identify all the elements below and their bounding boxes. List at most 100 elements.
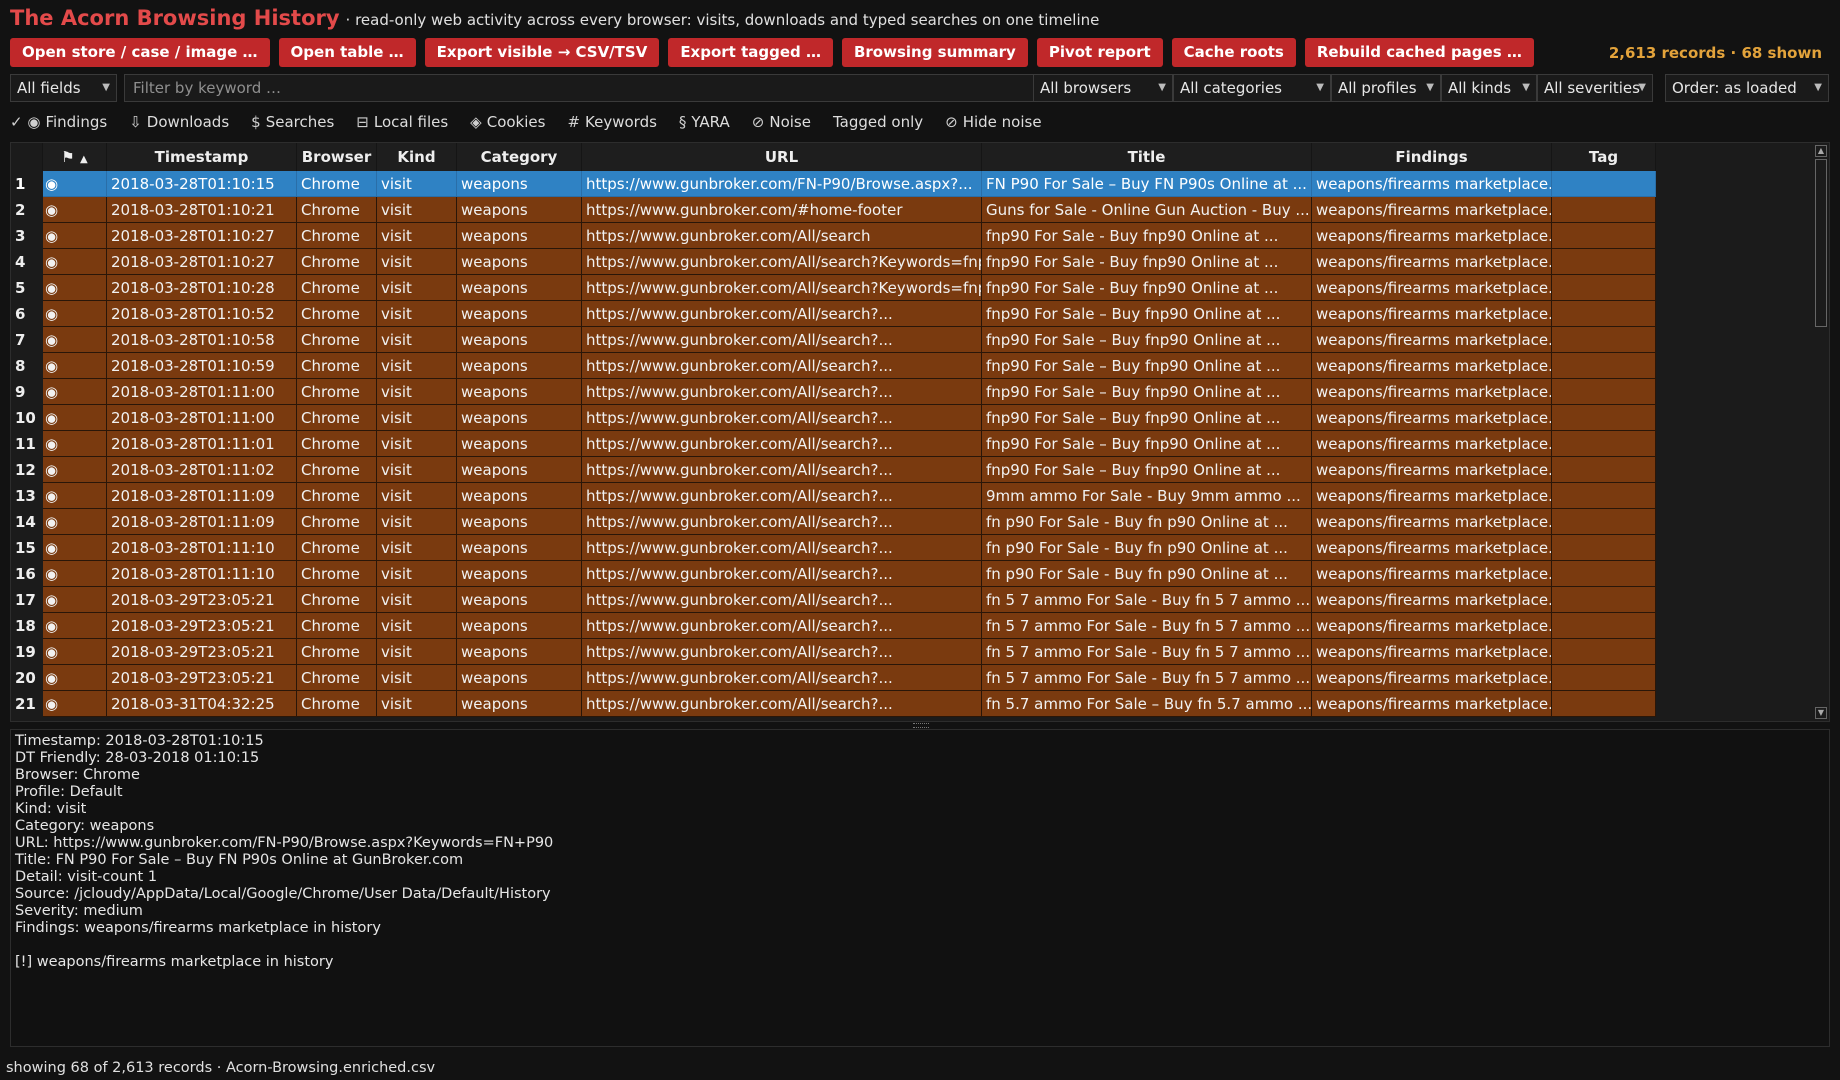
export-tagged-button[interactable]: Export tagged … bbox=[668, 38, 833, 67]
row-number: 19 bbox=[11, 639, 43, 665]
toggle-searches[interactable]: $ Searches bbox=[240, 113, 345, 131]
toggle-cookies[interactable]: ◈ Cookies bbox=[459, 113, 556, 131]
table-row[interactable]: 14 ◉ 2018-03-28T01:11:09 Chrome visit weapons… bbox=[11, 509, 1656, 535]
table-row[interactable]: 2 ◉ 2018-03-28T01:10:21 Chrome visit weapons h… bbox=[11, 197, 1656, 223]
cell-url: https://www.gunbroker.com/All/search?... bbox=[582, 691, 982, 717]
scroll-down-icon[interactable]: ▼ bbox=[1815, 707, 1827, 719]
table-header: ⚑ ▲ Timestamp Browser Kind Category URL … bbox=[11, 143, 1656, 171]
toggle-hide-noise[interactable]: ⊘ Hide noise bbox=[934, 113, 1052, 131]
cell-category: weapons bbox=[457, 665, 582, 691]
cell-url: https://www.gunbroker.com/All/search?... bbox=[582, 535, 982, 561]
toggle-keywords[interactable]: # Keywords bbox=[556, 113, 667, 131]
toggle-yara[interactable]: § YARA bbox=[668, 113, 741, 131]
detail-line: DT Friendly: 28-03-2018 01:10:15 bbox=[15, 750, 260, 766]
keyword-filter-input[interactable]: Filter by keyword … bbox=[124, 74, 1037, 102]
table-row[interactable]: 11 ◉ 2018-03-28T01:11:01 Chrome visit weapons… bbox=[11, 431, 1656, 457]
cell-category: weapons bbox=[457, 249, 582, 275]
rebuild-cached-pages-button[interactable]: Rebuild cached pages … bbox=[1304, 38, 1534, 67]
cell-kind: visit bbox=[377, 483, 457, 509]
toggle-label: Noise bbox=[769, 113, 811, 131]
severity-select[interactable]: All severities ▼ bbox=[1537, 74, 1653, 102]
status-bar: showing 68 of 2,613 records · Acorn-Brow… bbox=[6, 1060, 436, 1076]
table-row[interactable]: 6 ◉ 2018-03-28T01:10:52 Chrome visit weapons h… bbox=[11, 301, 1656, 327]
table-row[interactable]: 3 ◉ 2018-03-28T01:10:27 Chrome visit weapons h… bbox=[11, 223, 1656, 249]
table-row[interactable]: 20 ◉ 2018-03-29T23:05:21 Chrome visit weapons… bbox=[11, 665, 1656, 691]
category-select[interactable]: All categories ▼ bbox=[1173, 74, 1331, 102]
row-number: 13 bbox=[11, 483, 43, 509]
open-store-button[interactable]: Open store / case / image … bbox=[10, 38, 270, 67]
vertical-scrollbar[interactable]: ▲ ▼ bbox=[1813, 143, 1829, 721]
header-browser[interactable]: Browser bbox=[297, 143, 377, 171]
table-row[interactable]: 17 ◉ 2018-03-29T23:05:21 Chrome visit weapons… bbox=[11, 587, 1656, 613]
cell-browser: Chrome bbox=[297, 353, 377, 379]
cell-findings: weapons/firearms marketplace... bbox=[1312, 223, 1552, 249]
browser-select[interactable]: All browsers ▼ bbox=[1033, 74, 1173, 102]
toggle-downloads[interactable]: ⇩ Downloads bbox=[118, 113, 240, 131]
cell-title: fn p90 For Sale - Buy fn p90 Online at .… bbox=[982, 509, 1312, 535]
table-row[interactable]: 19 ◉ 2018-03-29T23:05:21 Chrome visit weapons… bbox=[11, 639, 1656, 665]
toggle-local-files[interactable]: ⊟ Local files bbox=[345, 113, 459, 131]
table-row[interactable]: 8 ◉ 2018-03-28T01:10:59 Chrome visit weapons h… bbox=[11, 353, 1656, 379]
cell-timestamp: 2018-03-29T23:05:21 bbox=[107, 587, 297, 613]
finding-marker-icon: ◉ bbox=[43, 639, 107, 665]
table-row[interactable]: 10 ◉ 2018-03-28T01:11:00 Chrome visit weapons… bbox=[11, 405, 1656, 431]
header-kind[interactable]: Kind bbox=[377, 143, 457, 171]
cell-browser: Chrome bbox=[297, 197, 377, 223]
header-findings[interactable]: Findings bbox=[1312, 143, 1552, 171]
table-row[interactable]: 21 ◉ 2018-03-31T04:32:25 Chrome visit weapons… bbox=[11, 691, 1656, 717]
cell-tag bbox=[1552, 509, 1656, 535]
cache-roots-button[interactable]: Cache roots bbox=[1171, 38, 1296, 67]
open-table-button[interactable]: Open table … bbox=[278, 38, 416, 67]
records-table: ⚑ ▲ Timestamp Browser Kind Category URL … bbox=[10, 142, 1830, 722]
table-row[interactable]: 9 ◉ 2018-03-28T01:11:00 Chrome visit weapons h… bbox=[11, 379, 1656, 405]
kind-select[interactable]: All kinds ▼ bbox=[1441, 74, 1537, 102]
cell-category: weapons bbox=[457, 561, 582, 587]
cell-title: fnp90 For Sale – Buy fnp90 Online at ... bbox=[982, 431, 1312, 457]
order-select[interactable]: Order: as loaded ▼ bbox=[1665, 74, 1829, 102]
browsing-summary-button[interactable]: Browsing summary bbox=[841, 38, 1028, 67]
table-row[interactable]: 13 ◉ 2018-03-28T01:11:09 Chrome visit weapons… bbox=[11, 483, 1656, 509]
table-row[interactable]: 1 ◉ 2018-03-28T01:10:15 Chrome visit weapons h… bbox=[11, 171, 1656, 197]
scroll-up-icon[interactable]: ▲ bbox=[1815, 145, 1827, 157]
header-flag[interactable]: ⚑ ▲ bbox=[43, 143, 107, 171]
cell-title: fn 5 7 ammo For Sale - Buy fn 5 7 ammo .… bbox=[982, 639, 1312, 665]
header-title[interactable]: Title bbox=[982, 143, 1312, 171]
cell-timestamp: 2018-03-28T01:11:09 bbox=[107, 483, 297, 509]
table-row[interactable]: 12 ◉ 2018-03-28T01:11:02 Chrome visit weapons… bbox=[11, 457, 1656, 483]
cell-kind: visit bbox=[377, 587, 457, 613]
app-title: The Acorn Browsing History bbox=[10, 6, 340, 30]
kind-select-value: All kinds bbox=[1448, 79, 1512, 97]
cell-url: https://www.gunbroker.com/All/search?... bbox=[582, 431, 982, 457]
scrollbar-thumb[interactable] bbox=[1815, 159, 1827, 327]
header-category[interactable]: Category bbox=[457, 143, 582, 171]
row-number: 11 bbox=[11, 431, 43, 457]
toggle-tagged-only[interactable]: Tagged only bbox=[822, 113, 934, 131]
pivot-report-button[interactable]: Pivot report bbox=[1036, 38, 1163, 67]
cell-url: https://www.gunbroker.com/All/search?... bbox=[582, 561, 982, 587]
header-tag[interactable]: Tag bbox=[1552, 143, 1656, 171]
table-row[interactable]: 15 ◉ 2018-03-28T01:11:10 Chrome visit weapons… bbox=[11, 535, 1656, 561]
cell-findings: weapons/firearms marketplace... bbox=[1312, 691, 1552, 717]
finding-marker-icon: ◉ bbox=[43, 691, 107, 717]
table-row[interactable]: 4 ◉ 2018-03-28T01:10:27 Chrome visit weapons h… bbox=[11, 249, 1656, 275]
export-visible-button[interactable]: Export visible → CSV/TSV bbox=[424, 38, 660, 67]
field-scope-select[interactable]: All fields ▼ bbox=[10, 74, 117, 102]
cell-browser: Chrome bbox=[297, 171, 377, 197]
table-row[interactable]: 5 ◉ 2018-03-28T01:10:28 Chrome visit weapons h… bbox=[11, 275, 1656, 301]
header-timestamp[interactable]: Timestamp bbox=[107, 143, 297, 171]
cell-category: weapons bbox=[457, 639, 582, 665]
table-row[interactable]: 16 ◉ 2018-03-28T01:11:10 Chrome visit weapons… bbox=[11, 561, 1656, 587]
toggle-label: Findings bbox=[45, 113, 108, 131]
row-number: 21 bbox=[11, 691, 43, 717]
table-row[interactable]: 18 ◉ 2018-03-29T23:05:21 Chrome visit weapons… bbox=[11, 613, 1656, 639]
cell-title: fn 5 7 ammo For Sale - Buy fn 5 7 ammo .… bbox=[982, 665, 1312, 691]
cell-timestamp: 2018-03-28T01:11:02 bbox=[107, 457, 297, 483]
header-url[interactable]: URL bbox=[582, 143, 982, 171]
pane-splitter[interactable] bbox=[10, 722, 1830, 728]
profile-select[interactable]: All profiles ▼ bbox=[1331, 74, 1441, 102]
cell-browser: Chrome bbox=[297, 483, 377, 509]
toggle-findings[interactable]: ✓ ◉ Findings bbox=[10, 113, 118, 131]
finding-marker-icon: ◉ bbox=[43, 223, 107, 249]
toggle-noise[interactable]: ⊘ Noise bbox=[741, 113, 822, 131]
table-row[interactable]: 7 ◉ 2018-03-28T01:10:58 Chrome visit weapons h… bbox=[11, 327, 1656, 353]
